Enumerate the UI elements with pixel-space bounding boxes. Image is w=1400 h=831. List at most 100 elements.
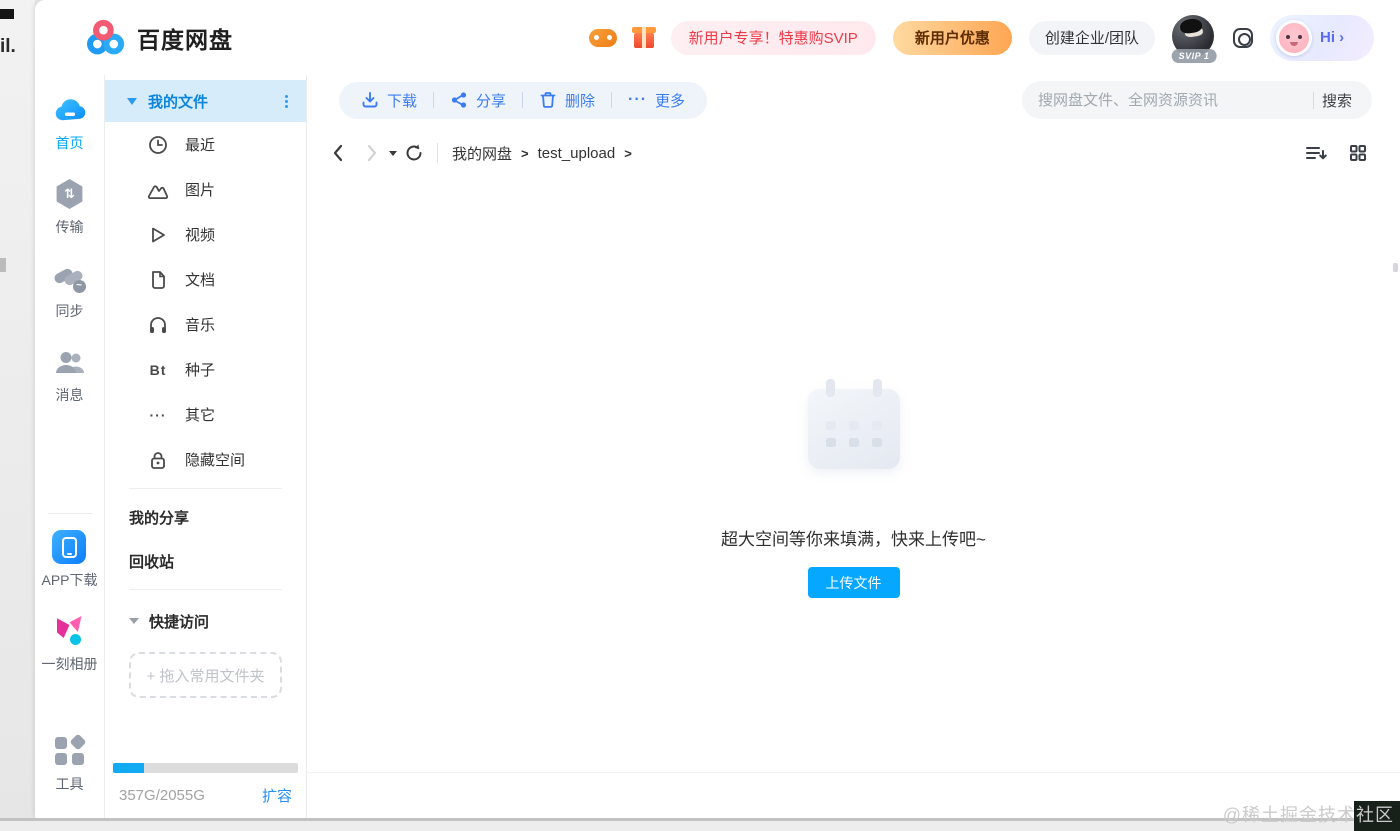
app-download-icon (52, 530, 87, 564)
more-button[interactable]: ··· 更多 (628, 90, 685, 111)
app-body: 首页 ⇅ 传输 ~ 同步 消息 APP下载 一刻相册 工具 我的文件 最近 图片… (35, 75, 1400, 818)
baidu-netdisk-logo-icon (85, 19, 127, 57)
rail-label-home: 首页 (55, 135, 84, 151)
main-content: 下载 分享 删除 ··· 更多 搜网盘文件、全网资源资讯 搜索 我的网盘 > t… (307, 75, 1400, 818)
storage-section: 357G/2055G 扩容 (105, 763, 306, 818)
window-bottom-edge (0, 818, 1400, 831)
watermark: @稀土掘金技术社区 (1222, 805, 1394, 825)
assistant-label: Hi › (1320, 29, 1345, 46)
brand-title: 百度网盘 (137, 26, 233, 53)
background-window-strip: il. (0, 0, 35, 831)
assistant-pill[interactable]: Hi › (1270, 14, 1374, 61)
sidebar-divider (129, 589, 282, 590)
ellipsis-icon: ··· (149, 406, 167, 423)
more-icon: ··· (628, 91, 648, 108)
refresh-button[interactable] (401, 140, 427, 166)
history-dropdown-icon[interactable] (389, 150, 397, 156)
delete-button[interactable]: 删除 (539, 90, 595, 111)
forward-button[interactable] (359, 140, 385, 166)
rail-label-transfer: 传输 (55, 219, 84, 235)
gift-icon[interactable] (631, 26, 656, 48)
rail-label-tools: 工具 (55, 776, 84, 792)
rail-item-photo-album[interactable]: 一刻相册 (42, 614, 98, 674)
app-window: 百度网盘 新用户专享！特惠购SVIP 新用户优惠 创建企业/团队 SVIP 1 … (35, 0, 1400, 818)
recent-label: 最近 (185, 137, 216, 154)
download-label: 下载 (387, 92, 418, 110)
brand-logo[interactable]: 百度网盘 (85, 19, 233, 57)
file-sidebar: 我的文件 最近 图片 视频 文档 音乐 Bt 种子 ··· 其它 隐藏空间 我的… (105, 75, 307, 818)
calendar-dots (825, 421, 882, 447)
rail-item-transfer[interactable]: ⇅ 传输 (53, 177, 87, 237)
delete-label: 删除 (565, 92, 596, 110)
trash-icon (539, 91, 557, 109)
rail-item-home[interactable]: 首页 (53, 93, 87, 153)
share-icon (450, 91, 468, 109)
back-button[interactable] (325, 140, 351, 166)
rail-item-app-download[interactable]: APP下载 (41, 530, 98, 590)
view-controls (1304, 143, 1368, 163)
expand-storage-link[interactable]: 扩容 (262, 785, 292, 806)
toolbar-separator (611, 92, 613, 108)
play-icon (147, 225, 169, 245)
drop-favorite-folder-zone[interactable]: + 拖入常用文件夹 (129, 652, 282, 698)
more-label: 更多 (655, 92, 686, 110)
rail-item-sync[interactable]: ~ 同步 (52, 261, 87, 321)
nav-rail: 首页 ⇅ 传输 ~ 同步 消息 APP下载 一刻相册 工具 (35, 75, 105, 818)
rail-label-sync: 同步 (55, 303, 84, 319)
quick-access-header[interactable]: 快捷访问 (105, 596, 306, 646)
sidebar-item-my-files[interactable]: 我的文件 (105, 80, 306, 122)
grid-view-icon[interactable] (1348, 143, 1368, 163)
rail-label-app-download: APP下载 (41, 572, 98, 588)
search-button[interactable]: 搜索 (1318, 90, 1356, 111)
hidden-space-label: 隐藏空间 (185, 452, 246, 469)
empty-state: 超大空间等你来填满，快来上传吧~ 上传文件 (307, 379, 1400, 598)
svip-promo-pill[interactable]: 新用户专享！特惠购SVIP (670, 20, 876, 55)
sidebar-item-recent[interactable]: 最近 (105, 122, 306, 167)
empty-message: 超大空间等你来填满，快来上传吧~ (721, 530, 986, 549)
screen: il. 百度网盘 新用户专享！特惠购SVIP 新用户优惠 创建企业/团队 SVI… (0, 0, 1400, 831)
storage-usage-text: 357G/2055G (119, 787, 205, 804)
search-input[interactable] (1038, 91, 1305, 109)
sidebar-item-hidden-space[interactable]: 隐藏空间 (105, 437, 306, 482)
rail-item-messages[interactable]: 消息 (53, 345, 87, 405)
storage-progress-bar (113, 763, 298, 773)
sidebar-item-videos[interactable]: 视频 (105, 212, 306, 257)
kebab-menu-icon[interactable] (281, 91, 292, 112)
breadcrumb-separator: > (624, 145, 632, 161)
share-button[interactable]: 分享 (450, 90, 506, 111)
pictures-label: 图片 (185, 182, 216, 199)
new-user-offer-button[interactable]: 新用户优惠 (892, 20, 1012, 55)
file-action-group: 下载 分享 删除 ··· 更多 (339, 81, 708, 119)
breadcrumb-root[interactable]: 我的网盘 (452, 143, 512, 164)
sidebar-item-documents[interactable]: 文档 (105, 257, 306, 302)
sort-icon[interactable] (1304, 143, 1328, 163)
settings-ring-icon[interactable] (1233, 27, 1253, 48)
sidebar-item-my-shares[interactable]: 我的分享 (105, 495, 306, 539)
music-label: 音乐 (185, 317, 216, 334)
content-bottom-divider (307, 772, 1400, 773)
create-team-button[interactable]: 创建企业/团队 (1028, 20, 1155, 55)
download-button[interactable]: 下载 (361, 90, 417, 111)
background-black-bar (0, 9, 14, 19)
gamepad-icon[interactable] (588, 28, 617, 47)
toolbar-separator (433, 92, 435, 108)
toolbar-row: 下载 分享 删除 ··· 更多 搜网盘文件、全网资源资讯 搜索 (307, 75, 1400, 125)
breadcrumb-row: 我的网盘 > test_upload > (307, 125, 1400, 181)
svip-badge: SVIP 1 (1171, 48, 1217, 63)
sidebar-item-other[interactable]: ··· 其它 (105, 392, 306, 437)
upload-file-button[interactable]: 上传文件 (807, 567, 900, 598)
sidebar-item-music[interactable]: 音乐 (105, 302, 306, 347)
search-box[interactable]: 搜索 (1022, 81, 1372, 119)
messages-icon (53, 345, 87, 379)
other-label: 其它 (185, 407, 216, 424)
user-avatar[interactable]: SVIP 1 (1171, 14, 1217, 63)
sidebar-item-recycle-bin[interactable]: 回收站 (105, 539, 306, 583)
header-right-cluster: 新用户专享！特惠购SVIP 新用户优惠 创建企业/团队 SVIP 1 Hi › (588, 14, 1374, 63)
rail-item-tools[interactable]: 工具 (53, 733, 87, 794)
scrollbar-thumb[interactable] (1393, 263, 1398, 272)
sidebar-item-pictures[interactable]: 图片 (105, 167, 306, 212)
chevron-down-icon (127, 97, 137, 105)
breadcrumb-folder[interactable]: test_upload (538, 145, 616, 162)
sidebar-item-torrents[interactable]: Bt 种子 (105, 347, 306, 392)
rail-label-photo-album: 一刻相册 (41, 656, 98, 672)
